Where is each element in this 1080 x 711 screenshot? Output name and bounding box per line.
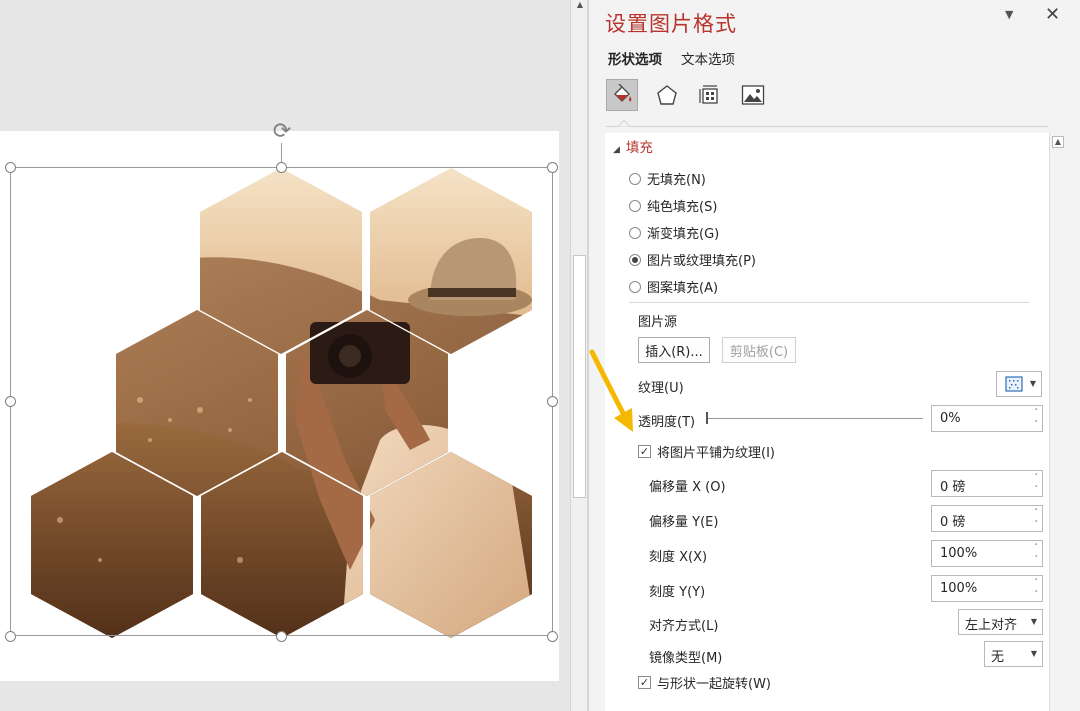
chevron-down-icon[interactable]: ▼ <box>1005 8 1013 21</box>
resize-handle-top-left[interactable] <box>5 162 16 173</box>
scroll-up-icon[interactable]: ▲ <box>1052 136 1064 148</box>
spin-down-icon[interactable]: ˅ <box>1035 555 1039 563</box>
resize-handle-top[interactable] <box>276 162 287 173</box>
chevron-down-icon: ▼ <box>1029 379 1036 388</box>
spin-down-icon[interactable]: ˅ <box>1035 590 1039 598</box>
resize-handle-left[interactable] <box>5 396 16 407</box>
clipboard-button[interactable]: 剪贴板(C) <box>722 337 796 363</box>
resize-handle-bottom[interactable] <box>276 631 287 642</box>
panel-scrollbar[interactable]: ▲ <box>1049 133 1065 711</box>
rotate-handle-icon[interactable]: ⟳ <box>268 119 296 145</box>
resize-handle-right[interactable] <box>547 396 558 407</box>
slide-canvas: ⟳ <box>0 0 570 711</box>
chevron-down-icon: ▼ <box>1030 649 1037 658</box>
spin-up-icon[interactable]: ˄ <box>1035 473 1039 481</box>
offset-x-spinner[interactable]: 0 磅 ˄ ˅ <box>931 470 1043 497</box>
rotate-with-shape-row[interactable]: ✓ 与形状一起旋转(W) <box>638 673 771 692</box>
paint-bucket-icon[interactable] <box>606 79 638 111</box>
scale-x-spinner[interactable]: 100% ˄ ˅ <box>931 540 1043 567</box>
radio-button[interactable] <box>629 226 641 239</box>
mirror-type-dropdown[interactable]: 无 ▼ <box>984 641 1043 667</box>
radio-label: 无填充(N) <box>647 173 706 188</box>
tab-shape-options[interactable]: 形状选项 <box>608 48 662 71</box>
resize-handle-top-right[interactable] <box>547 162 558 173</box>
picture-source-label: 图片源 <box>638 315 678 330</box>
spinner-value[interactable]: 0% <box>940 411 961 426</box>
spinner-value[interactable]: 0 磅 <box>940 476 965 495</box>
alignment-dropdown[interactable]: 左上对齐 ▼ <box>958 609 1043 635</box>
transparency-slider-track[interactable] <box>707 418 923 419</box>
dropdown-value: 无 <box>991 650 1005 665</box>
texture-label: 纹理(U) <box>638 381 684 396</box>
radio-button[interactable] <box>629 172 641 185</box>
radio-label: 图片或纹理填充(P) <box>647 254 756 269</box>
canvas-scrollbar[interactable]: ▲ <box>570 0 588 711</box>
tile-checkbox-row[interactable]: ✓ 将图片平铺为纹理(I) <box>638 442 775 461</box>
format-picture-panel: 设置图片格式 ▼ ✕ 形状选项 文本选项 ▲ ◢ 填充 无填充(N) 纯色填充(… <box>588 0 1080 711</box>
tile-checkbox[interactable]: ✓ <box>638 445 651 458</box>
radio-gradient-fill[interactable]: 渐变填充(G) <box>629 223 719 242</box>
resize-handle-bottom-left[interactable] <box>5 631 16 642</box>
dropdown-value: 左上对齐 <box>965 618 1018 633</box>
radio-button-selected[interactable] <box>629 253 641 266</box>
scale-y-label: 刻度 Y(Y) <box>649 585 706 600</box>
tab-text-options[interactable]: 文本选项 <box>681 48 735 71</box>
pentagon-icon[interactable] <box>651 79 683 111</box>
spin-up-icon[interactable]: ˄ <box>1035 508 1039 516</box>
spin-up-icon[interactable]: ˄ <box>1035 578 1039 586</box>
close-icon[interactable]: ✕ <box>1045 4 1060 25</box>
size-properties-icon[interactable] <box>694 79 726 111</box>
radio-label: 图案填充(A) <box>647 281 719 296</box>
texture-swatch-icon <box>1005 376 1023 392</box>
texture-dropdown[interactable]: ▼ <box>996 371 1042 397</box>
radio-button[interactable] <box>629 199 641 212</box>
scrollbar-thumb[interactable] <box>573 255 586 498</box>
spin-up-icon[interactable]: ˄ <box>1035 408 1039 416</box>
spin-down-icon[interactable]: ˅ <box>1035 520 1039 528</box>
radio-no-fill[interactable]: 无填充(N) <box>629 169 706 188</box>
scale-x-label: 刻度 X(X) <box>649 550 708 565</box>
spin-up-icon[interactable]: ˄ <box>1035 543 1039 551</box>
offset-x-label: 偏移量 X (O) <box>649 480 726 495</box>
collapse-triangle-icon: ◢ <box>613 145 620 155</box>
section-divider <box>629 302 1029 303</box>
spin-down-icon[interactable]: ˅ <box>1035 420 1039 428</box>
checkbox-label: 将图片平铺为纹理(I) <box>657 446 775 461</box>
panel-title: 设置图片格式 <box>605 12 737 36</box>
insert-button[interactable]: 插入(R)... <box>638 337 710 363</box>
mirror-type-label: 镜像类型(M) <box>649 651 723 666</box>
alignment-label: 对齐方式(L) <box>649 619 719 634</box>
offset-y-label: 偏移量 Y(E) <box>649 515 719 530</box>
checkbox-label: 与形状一起旋转(W) <box>657 677 771 692</box>
transparency-spinner[interactable]: 0% ˄ ˅ <box>931 405 1043 432</box>
resize-handle-bottom-right[interactable] <box>547 631 558 642</box>
spinner-value[interactable]: 100% <box>940 581 977 596</box>
selection-box <box>10 167 553 636</box>
radio-label: 渐变填充(G) <box>647 227 720 242</box>
radio-pattern-fill[interactable]: 图案填充(A) <box>629 277 718 296</box>
chevron-down-icon: ▼ <box>1030 617 1037 626</box>
active-category-pointer <box>618 119 630 127</box>
scale-y-spinner[interactable]: 100% ˄ ˅ <box>931 575 1043 602</box>
radio-solid-fill[interactable]: 纯色填充(S) <box>629 196 717 215</box>
scroll-up-icon[interactable]: ▲ <box>574 0 586 10</box>
spin-down-icon[interactable]: ˅ <box>1035 485 1039 493</box>
fill-section-header[interactable]: ◢ 填充 <box>613 136 653 156</box>
spinner-value[interactable]: 0 磅 <box>940 511 965 530</box>
radio-button[interactable] <box>629 280 641 293</box>
picture-icon[interactable] <box>737 79 769 111</box>
offset-y-spinner[interactable]: 0 磅 ˄ ˅ <box>931 505 1043 532</box>
panel-divider <box>606 126 1048 127</box>
rotate-with-shape-checkbox[interactable]: ✓ <box>638 676 651 689</box>
transparency-slider-thumb[interactable] <box>706 412 708 424</box>
radio-label: 纯色填充(S) <box>647 200 718 215</box>
spinner-value[interactable]: 100% <box>940 546 977 561</box>
radio-picture-fill[interactable]: 图片或纹理填充(P) <box>629 250 756 269</box>
transparency-label: 透明度(T) <box>638 415 696 430</box>
